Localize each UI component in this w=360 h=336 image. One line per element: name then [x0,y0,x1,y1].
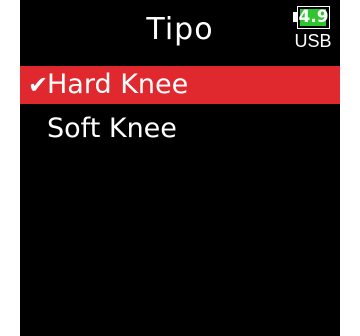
menu-item-soft-knee[interactable]: Soft Knee [20,110,340,148]
battery-body: 4.9 [297,6,330,29]
power-status: 4.9 USB [292,4,334,56]
checkmark-icon: ✔ [28,71,49,99]
checkmark-icon [28,110,48,148]
battery-icon: 4.9 [293,6,332,29]
menu-item-label: Hard Knee [47,69,189,100]
menu-item-label: Soft Knee [47,113,177,144]
battery-level-text: 4.9 [298,7,329,27]
menu-item-hard-knee[interactable]: ✔ Hard Knee [20,66,340,104]
power-source-label: USB [294,31,332,51]
option-menu: ✔ Hard Knee Soft Knee [20,66,340,148]
device-screen: Tipo 4.9 USB ✔ Hard Knee Soft Knee [20,0,340,336]
